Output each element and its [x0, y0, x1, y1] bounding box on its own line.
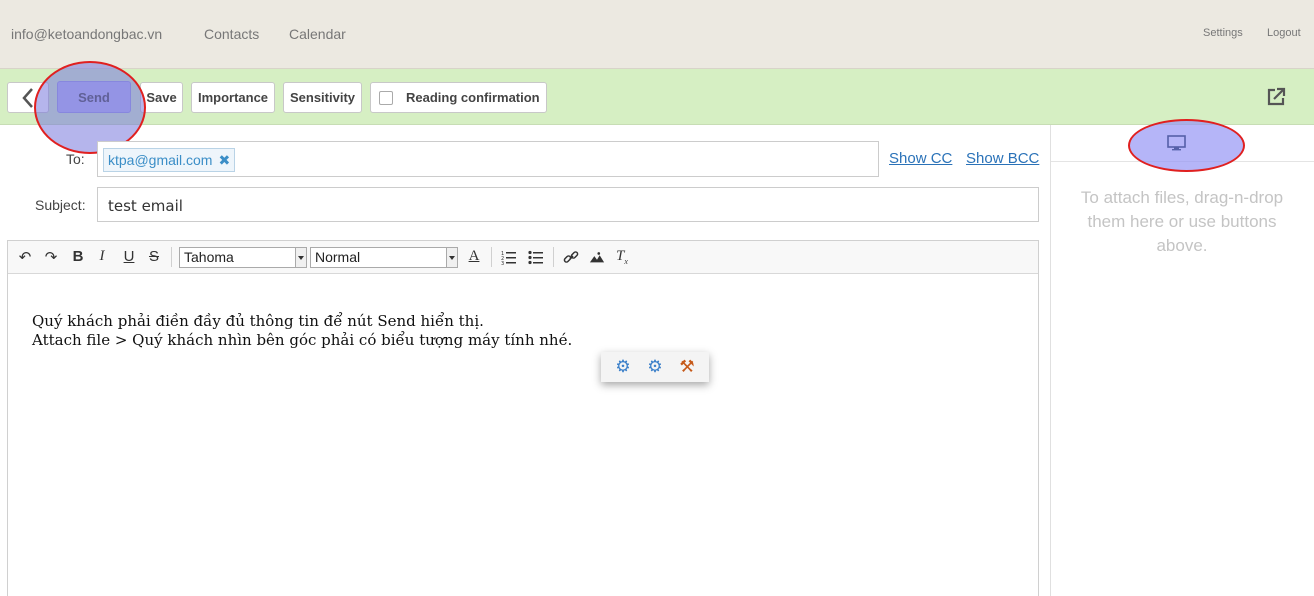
font-family-value: Tahoma — [184, 249, 234, 265]
font-family-arrow-icon[interactable] — [295, 248, 306, 267]
recipient-chip[interactable]: ktpa@gmail.com ✖ — [103, 148, 236, 172]
font-size-value: Normal — [315, 249, 361, 265]
floating-tools-popup: ⚙ ⚙ ⚒ — [601, 352, 709, 382]
image-icon[interactable] — [589, 250, 605, 265]
show-cc-link[interactable]: Show CC — [889, 150, 952, 167]
account-email[interactable]: info@ketoandongbac.vn — [11, 26, 162, 42]
toolbar-divider — [553, 247, 554, 267]
link-icon[interactable] — [563, 250, 579, 265]
editor-toolbar: ↶ ↷ B I U S Tahoma Normal A 1 2 3 Tx — [8, 241, 1038, 274]
toolbar-divider — [491, 247, 492, 267]
underline-icon[interactable]: U — [121, 248, 137, 265]
computer-icon[interactable] — [1167, 135, 1186, 151]
save-button[interactable]: Save — [140, 82, 183, 113]
reading-confirmation-checkbox[interactable] — [379, 90, 393, 105]
remove-recipient-icon[interactable]: ✖ — [218, 152, 230, 169]
popout-icon[interactable] — [1265, 86, 1287, 108]
toolbar-divider — [171, 247, 172, 267]
message-editor[interactable]: ↶ ↷ B I U S Tahoma Normal A 1 2 3 Tx Quý… — [7, 240, 1039, 596]
reading-confirmation-label: Reading confirmation — [406, 90, 540, 105]
sensitivity-button[interactable]: Sensitivity — [283, 82, 362, 113]
importance-button[interactable]: Importance — [191, 82, 275, 113]
font-family-select[interactable]: Tahoma — [179, 247, 307, 268]
redo-icon[interactable]: ↷ — [43, 248, 59, 266]
back-button[interactable] — [7, 82, 49, 113]
svg-text:3: 3 — [501, 261, 504, 265]
to-label: To: — [66, 151, 85, 167]
undo-icon[interactable]: ↶ — [17, 248, 33, 266]
text-color-icon[interactable]: A — [466, 248, 482, 265]
subject-input[interactable]: test email — [97, 187, 1039, 222]
body-line: Quý khách phải điền đầy đủ thông tin để … — [32, 312, 484, 330]
gear-icon[interactable]: ⚙ — [647, 357, 662, 377]
message-body[interactable]: Quý khách phải điền đầy đủ thông tin để … — [32, 312, 572, 350]
settings-link[interactable]: Settings — [1203, 27, 1243, 39]
recipient-email: ktpa@gmail.com — [108, 152, 213, 168]
clear-formatting-icon[interactable]: Tx — [614, 248, 630, 266]
show-bcc-link[interactable]: Show BCC — [966, 150, 1039, 167]
logout-link[interactable]: Logout — [1267, 27, 1301, 39]
gear-icon[interactable]: ⚙ — [615, 357, 630, 377]
attachments-hint: To attach files, drag-n-drop them here o… — [1080, 188, 1284, 255]
send-button[interactable]: Send — [57, 81, 131, 113]
italic-icon[interactable]: I — [94, 248, 110, 265]
to-field[interactable]: ktpa@gmail.com ✖ — [97, 141, 879, 177]
numbered-list-icon[interactable]: 1 2 3 — [501, 250, 517, 265]
chevron-left-icon — [22, 87, 33, 108]
bold-icon[interactable]: B — [70, 248, 86, 265]
computer-highlight-circle — [1128, 119, 1245, 172]
compose-toolbar: Send Save Importance Sensitivity Reading… — [0, 69, 1314, 125]
nav-contacts[interactable]: Contacts — [204, 26, 259, 42]
font-size-arrow-icon[interactable] — [446, 248, 457, 267]
tools-icon[interactable]: ⚒ — [679, 357, 694, 377]
bullet-list-icon[interactable] — [528, 250, 544, 265]
reading-confirmation-toggle[interactable]: Reading confirmation — [370, 82, 547, 113]
font-size-select[interactable]: Normal — [310, 247, 458, 268]
strikethrough-icon[interactable]: S — [146, 248, 162, 265]
top-header: info@ketoandongbac.vn Contacts Calendar … — [0, 0, 1314, 69]
body-line: Attach file > Quý khách nhìn bên góc phả… — [32, 331, 573, 349]
nav-calendar[interactable]: Calendar — [289, 26, 346, 42]
subject-label: Subject: — [35, 197, 86, 213]
